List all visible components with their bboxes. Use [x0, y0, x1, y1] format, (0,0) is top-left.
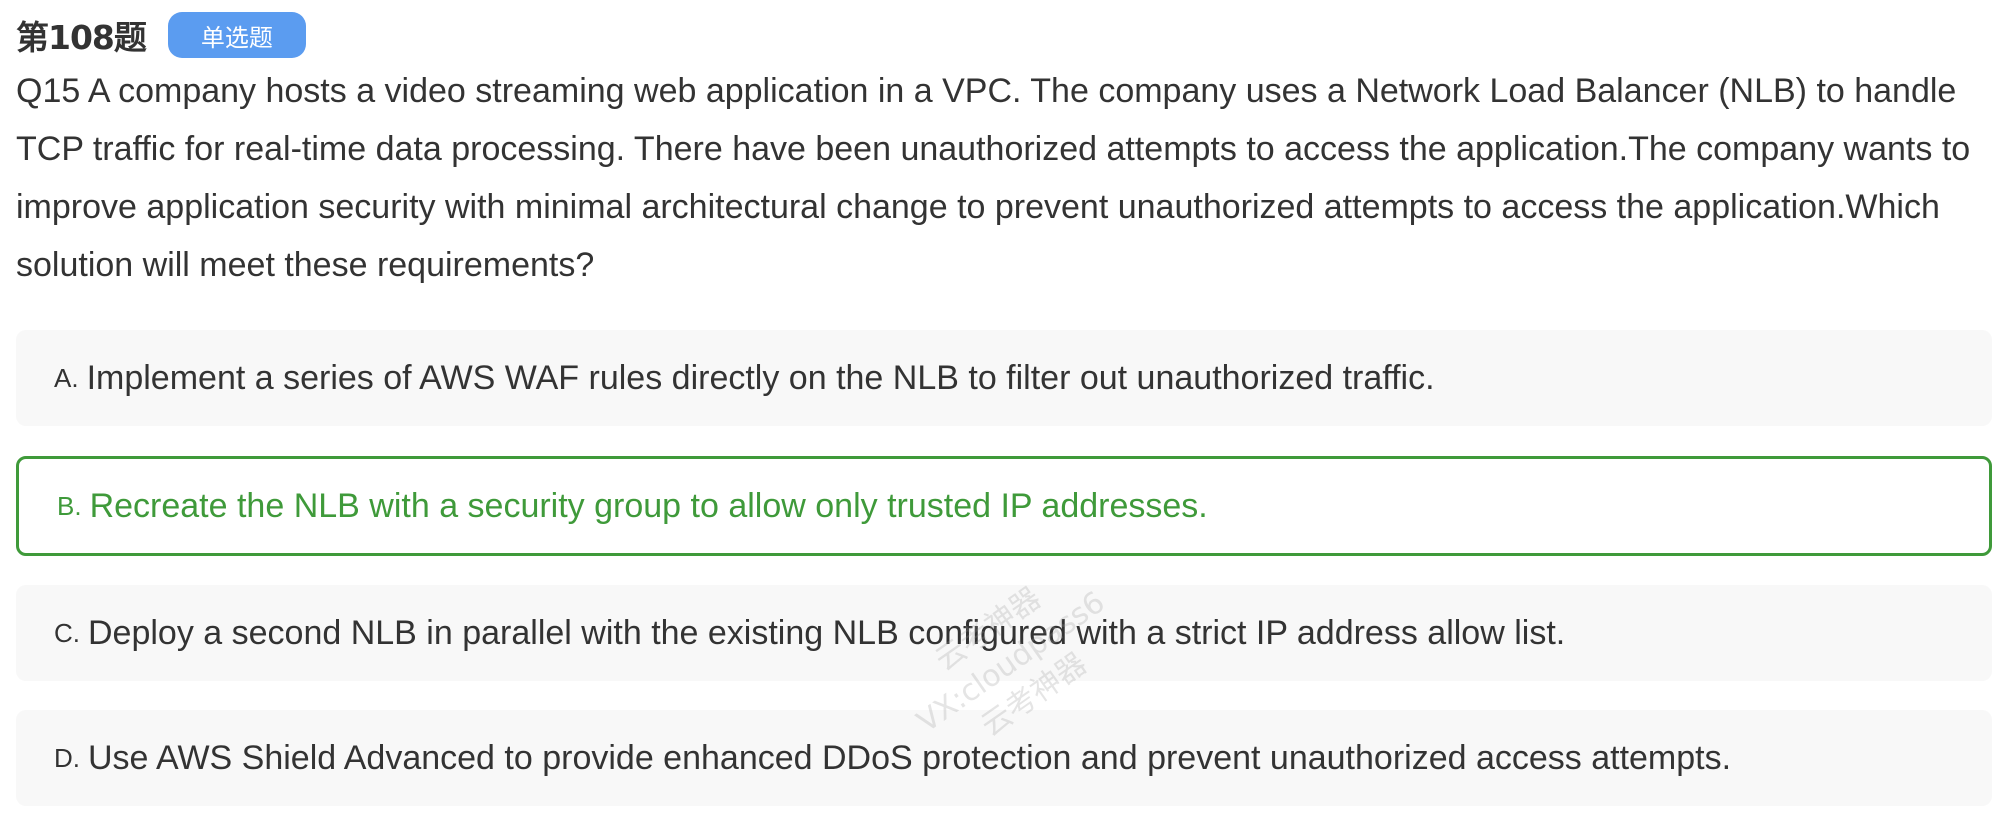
question-text: Q15 A company hosts a video streaming we… [16, 72, 1971, 284]
option-text: Deploy a second NLB in parallel with the… [88, 613, 1566, 652]
option-letter: D. [54, 742, 80, 773]
question-number: 第108题 [16, 18, 147, 57]
question-type-badge: 单选题 [167, 12, 306, 58]
option-b[interactable]: B. Recreate the NLB with a security grou… [16, 456, 1992, 556]
option-a[interactable]: A. Implement a series of AWS WAF rules d… [16, 330, 1992, 426]
option-d[interactable]: D. Use AWS Shield Advanced to provide en… [16, 710, 1992, 806]
option-letter: A. [54, 362, 79, 393]
option-text: Implement a series of AWS WAF rules dire… [86, 358, 1435, 397]
option-letter: C. [54, 617, 80, 648]
option-c[interactable]: C. Deploy a second NLB in parallel with … [16, 585, 1992, 681]
question-header: 第108题 单选题 [16, 12, 306, 58]
option-text: Use AWS Shield Advanced to provide enhan… [88, 738, 1732, 777]
option-letter: B. [57, 490, 82, 521]
option-text: Recreate the NLB with a security group t… [89, 486, 1208, 525]
